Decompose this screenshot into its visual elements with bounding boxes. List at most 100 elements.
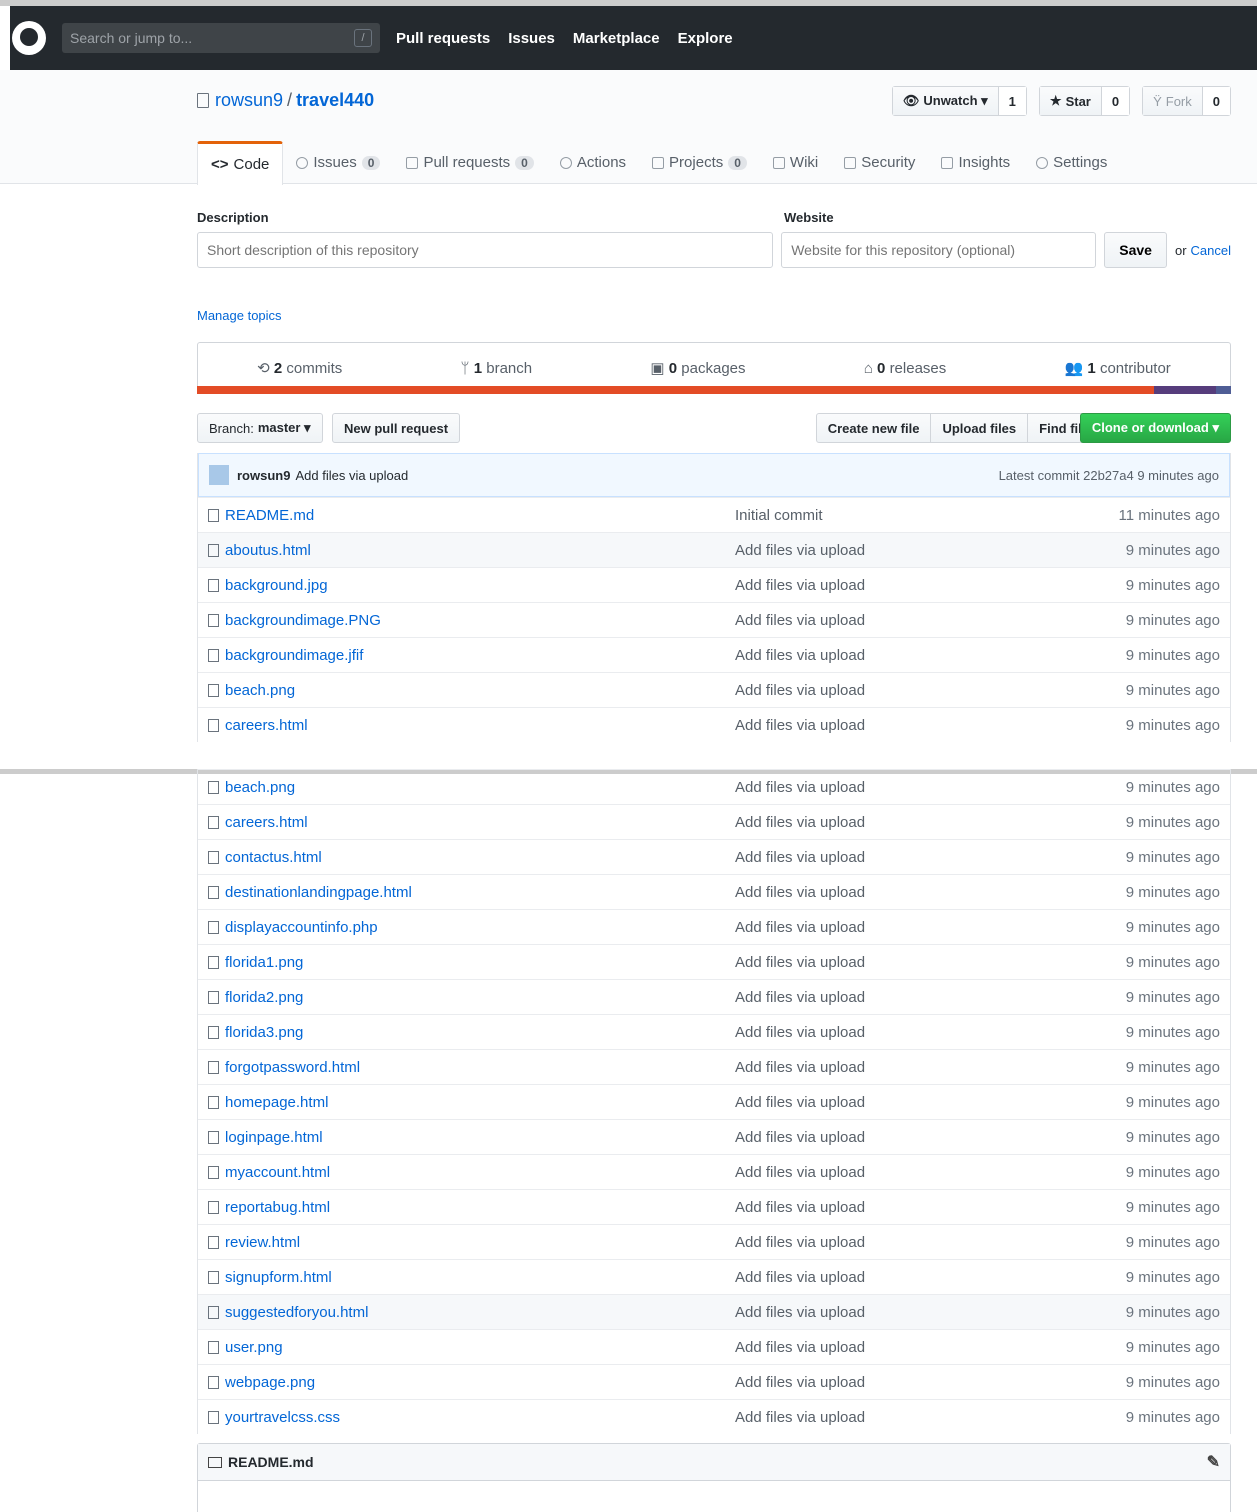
description-input[interactable] [197, 232, 774, 268]
fork-count[interactable]: 0 [1202, 87, 1230, 115]
create-new-file-button[interactable]: Create new file [815, 413, 932, 443]
file-name-link[interactable]: beach.png [225, 779, 735, 796]
file-commit-message[interactable]: Add files via upload [735, 1269, 1085, 1286]
file-name-link[interactable]: review.html [225, 1234, 735, 1251]
website-input[interactable] [781, 232, 1097, 268]
file-commit-message[interactable]: Add files via upload [735, 1164, 1085, 1181]
file-name-link[interactable]: destinationlandingpage.html [225, 884, 735, 901]
tab-pull-requests[interactable]: Pull requests 0 [393, 141, 546, 184]
code-icon: <> [211, 156, 229, 173]
file-commit-message[interactable]: Add files via upload [735, 884, 1085, 901]
file-icon [208, 578, 219, 592]
file-commit-message[interactable]: Add files via upload [735, 612, 1085, 629]
tab-settings[interactable]: Settings [1023, 141, 1120, 184]
file-commit-message[interactable]: Add files via upload [735, 1374, 1085, 1391]
star-count[interactable]: 0 [1101, 87, 1130, 115]
file-name-link[interactable]: beach.png [225, 682, 735, 699]
file-name-link[interactable]: background.jpg [225, 577, 735, 594]
file-commit-message[interactable]: Add files via upload [735, 1234, 1085, 1251]
file-name-link[interactable]: careers.html [225, 717, 735, 734]
file-commit-message[interactable]: Add files via upload [735, 1339, 1085, 1356]
file-name-link[interactable]: florida1.png [225, 954, 735, 971]
packages-link[interactable]: ▣ 0 packages [650, 359, 745, 377]
tab-security[interactable]: Security [831, 141, 928, 184]
manage-topics-link[interactable]: Manage topics [197, 308, 282, 323]
contributor-link[interactable]: 👥 1 contributor [1065, 359, 1171, 377]
file-name-link[interactable]: homepage.html [225, 1094, 735, 1111]
unwatch-button[interactable]: 👁 Unwatch ▾ [892, 87, 999, 115]
watch-count[interactable]: 1 [998, 87, 1026, 115]
commit-message[interactable]: Add files via upload [295, 468, 408, 483]
file-commit-message[interactable]: Add files via upload [735, 1304, 1085, 1321]
file-name-link[interactable]: reportabug.html [225, 1199, 735, 1216]
commit-author[interactable]: rowsun9 [237, 468, 290, 483]
file-name-link[interactable]: backgroundimage.PNG [225, 612, 735, 629]
file-commit-message[interactable]: Add files via upload [735, 682, 1085, 699]
tab-code[interactable]: <> Code [197, 141, 284, 185]
repo-name-link[interactable]: travel440 [296, 90, 374, 111]
file-name-link[interactable]: myaccount.html [225, 1164, 735, 1181]
nav-marketplace[interactable]: Marketplace [573, 30, 660, 47]
file-name-link[interactable]: forgotpassword.html [225, 1059, 735, 1076]
star-button[interactable]: ★ Star [1039, 87, 1102, 115]
latest-commit-info[interactable]: Latest commit 22b27a4 9 minutes ago [999, 468, 1219, 483]
nav-explore[interactable]: Explore [678, 30, 733, 47]
file-name-link[interactable]: aboutus.html [225, 542, 735, 559]
file-commit-message[interactable]: Add files via upload [735, 717, 1085, 734]
search-input[interactable]: Search or jump to... / [62, 23, 380, 53]
file-name-link[interactable]: backgroundimage.jfif [225, 647, 735, 664]
file-name-link[interactable]: signupform.html [225, 1269, 735, 1286]
file-name-link[interactable]: user.png [225, 1339, 735, 1356]
releases-link[interactable]: ⌂ 0 releases [864, 360, 946, 377]
avatar[interactable] [209, 465, 229, 485]
branch-select-button[interactable]: Branch: master ▾ [197, 413, 323, 443]
file-commit-message[interactable]: Initial commit [735, 507, 1085, 524]
tab-projects[interactable]: Projects 0 [639, 141, 760, 184]
file-commit-message[interactable]: Add files via upload [735, 1094, 1085, 1111]
branch-link[interactable]: ᛘ 1 branch [461, 360, 533, 377]
file-name-link[interactable]: yourtravelcss.css [225, 1409, 735, 1426]
tab-insights[interactable]: Insights [928, 141, 1023, 184]
file-commit-message[interactable]: Add files via upload [735, 1129, 1085, 1146]
file-icon [208, 648, 219, 662]
file-commit-message[interactable]: Add files via upload [735, 1409, 1085, 1426]
pencil-icon[interactable]: ✎ [1207, 1452, 1220, 1472]
file-commit-message[interactable]: Add files via upload [735, 1059, 1085, 1076]
cancel-link[interactable]: Cancel [1191, 243, 1231, 258]
file-commit-message[interactable]: Add files via upload [735, 647, 1085, 664]
fork-button[interactable]: Ÿ Fork [1143, 87, 1203, 115]
repo-header: rowsun9 / travel440 👁 Unwatch ▾ 1 ★ Star 0… [0, 70, 1257, 185]
file-commit-message[interactable]: Add files via upload [735, 919, 1085, 936]
new-pull-request-button[interactable]: New pull request [332, 413, 461, 443]
tab-issues[interactable]: Issues 0 [283, 141, 393, 184]
file-commit-message[interactable]: Add files via upload [735, 577, 1085, 594]
nav-issues[interactable]: Issues [508, 30, 555, 47]
nav-pull-requests[interactable]: Pull requests [396, 30, 490, 47]
clone-download-button[interactable]: Clone or download ▾ [1079, 413, 1231, 443]
repo-owner-link[interactable]: rowsun9 [215, 90, 283, 111]
upload-files-button[interactable]: Upload files [930, 413, 1029, 443]
file-name-link[interactable]: displayaccountinfo.php [225, 919, 735, 936]
save-button[interactable]: Save [1104, 232, 1167, 268]
file-commit-message[interactable]: Add files via upload [735, 1024, 1085, 1041]
tab-wiki[interactable]: Wiki [760, 141, 831, 184]
file-name-link[interactable]: loginpage.html [225, 1129, 735, 1146]
file-name-link[interactable]: florida3.png [225, 1024, 735, 1041]
file-commit-message[interactable]: Add files via upload [735, 542, 1085, 559]
file-commit-message[interactable]: Add files via upload [735, 1199, 1085, 1216]
file-commit-message[interactable]: Add files via upload [735, 989, 1085, 1006]
tab-actions[interactable]: Actions [547, 141, 639, 184]
file-commit-message[interactable]: Add files via upload [735, 849, 1085, 866]
language-bar[interactable] [197, 386, 1231, 394]
file-name-link[interactable]: README.md [225, 507, 735, 524]
file-name-link[interactable]: careers.html [225, 814, 735, 831]
github-logo-icon[interactable] [12, 21, 46, 55]
file-name-link[interactable]: suggestedforyou.html [225, 1304, 735, 1321]
file-name-link[interactable]: contactus.html [225, 849, 735, 866]
file-commit-message[interactable]: Add files via upload [735, 814, 1085, 831]
file-name-link[interactable]: webpage.png [225, 1374, 735, 1391]
commits-link[interactable]: ⟲ 2 commits [257, 359, 342, 377]
file-commit-message[interactable]: Add files via upload [735, 954, 1085, 971]
file-commit-message[interactable]: Add files via upload [735, 779, 1085, 796]
file-name-link[interactable]: florida2.png [225, 989, 735, 1006]
